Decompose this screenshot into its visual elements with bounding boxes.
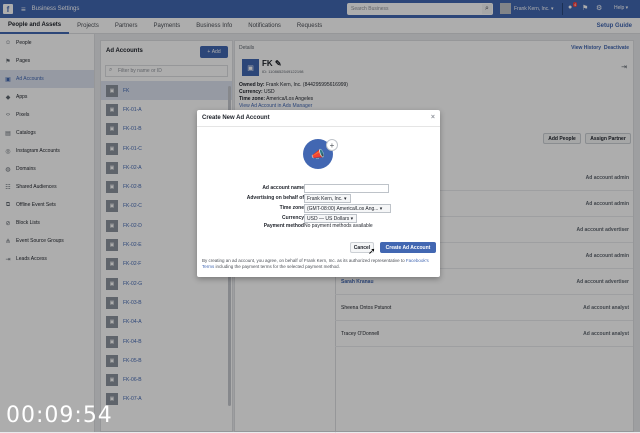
plus-icon: + [326,139,338,151]
video-timer: 00:09:54 [6,403,113,428]
ad-account-name-label: Ad account name [262,185,304,191]
advertising-on-behalf-select[interactable]: Frank Kern, Inc. ▾ [304,194,351,203]
close-icon[interactable]: × [431,114,435,121]
create-ad-account-dialog: Create New Ad Account × 📣 + Ad account n… [197,110,440,277]
payment-method-label: Payment method [263,223,304,229]
create-ad-account-button[interactable]: Create Ad Account [380,242,436,253]
disclaimer-text: By creating an ad account, you agree, on… [202,258,405,263]
disclaimer-text-end: including the payment terms for the sele… [215,264,340,269]
mouse-cursor-icon: ➚ [368,246,376,256]
terms-disclaimer: By creating an ad account, you agree, on… [202,258,434,270]
payment-method-value: No payment methods available [304,223,373,229]
currency-select[interactable]: USD — US Dollars ▾ [304,214,357,223]
time-zone-label: Time zone [279,205,304,211]
advertising-on-behalf-label: Advertising on behalf of [246,195,304,201]
ad-account-name-input[interactable] [304,184,389,193]
dialog-title: Create New Ad Account [202,115,270,121]
dialog-header: Create New Ad Account × [197,110,440,127]
currency-label: Currency [282,215,304,221]
time-zone-select[interactable]: (GMT-08:00) America/Los Ang... ▾ [304,204,391,213]
